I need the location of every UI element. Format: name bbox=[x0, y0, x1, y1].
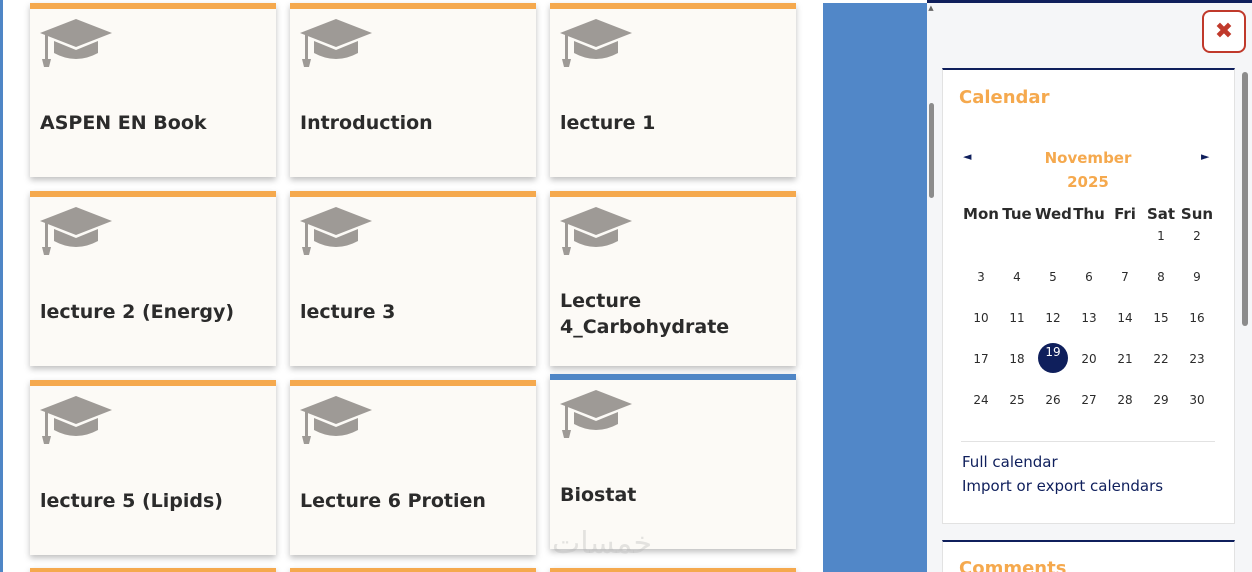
course-title[interactable]: ASPEN EN Book bbox=[40, 110, 266, 136]
calendar-day[interactable]: 4 bbox=[999, 267, 1035, 287]
calendar-day[interactable]: 2 bbox=[1179, 226, 1215, 246]
weekday-header: Wed bbox=[1035, 205, 1072, 223]
calendar-day[interactable]: 18 bbox=[999, 349, 1035, 369]
course-card[interactable]: lecture 5 (Lipids) bbox=[30, 380, 276, 555]
close-icon: ✖ bbox=[1214, 19, 1234, 44]
weekday-header: Sun bbox=[1180, 205, 1214, 223]
graduation-cap-icon bbox=[560, 19, 632, 71]
calendar-month: November bbox=[1044, 149, 1132, 167]
graduation-cap-icon bbox=[300, 19, 372, 71]
prev-month-icon[interactable]: ◄ bbox=[963, 150, 971, 163]
weekday-header: Fri bbox=[1114, 205, 1136, 223]
graduation-cap-icon bbox=[560, 390, 632, 442]
calendar-day[interactable]: 13 bbox=[1071, 308, 1107, 328]
watermark: خمسات bbox=[552, 526, 653, 561]
course-card[interactable] bbox=[550, 568, 796, 572]
course-card[interactable]: lecture 3 bbox=[290, 191, 536, 366]
graduation-cap-icon bbox=[40, 207, 112, 259]
calendar-day[interactable]: 22 bbox=[1143, 349, 1179, 369]
comments-block: Comments bbox=[942, 540, 1235, 572]
calendar-day[interactable]: 7 bbox=[1107, 267, 1143, 287]
graduation-cap-icon bbox=[560, 207, 632, 259]
course-title[interactable]: Introduction bbox=[300, 110, 526, 136]
page-scrollbar-thumb[interactable] bbox=[929, 103, 934, 198]
weekday-header: Mon bbox=[963, 205, 999, 223]
weekday-header: Tue bbox=[1002, 205, 1032, 223]
course-card[interactable]: lecture 1 bbox=[550, 3, 796, 177]
calendar-day[interactable]: 24 bbox=[963, 390, 999, 410]
calendar-day[interactable]: 20 bbox=[1071, 349, 1107, 369]
close-drawer-button[interactable]: ✖ bbox=[1202, 10, 1246, 53]
calendar-day[interactable]: 25 bbox=[999, 390, 1035, 410]
course-card[interactable]: lecture 2 (Energy) bbox=[30, 191, 276, 366]
next-month-icon[interactable]: ► bbox=[1201, 150, 1209, 163]
graduation-cap-icon bbox=[40, 396, 112, 448]
calendar-day[interactable]: 12 bbox=[1035, 308, 1071, 328]
calendar-day[interactable]: 28 bbox=[1107, 390, 1143, 410]
page-side-column bbox=[823, 3, 927, 572]
course-card[interactable]: Biostat bbox=[550, 374, 796, 549]
weekday-header: Thu bbox=[1073, 205, 1105, 223]
calendar-day[interactable]: 14 bbox=[1107, 308, 1143, 328]
course-title[interactable]: Lecture 4_Carbohydrate bbox=[560, 288, 786, 340]
page: ASPEN EN Book Introduction lecture 1 lectur… bbox=[0, 0, 1252, 572]
calendar-day[interactable]: 30 bbox=[1179, 390, 1215, 410]
full-calendar-link[interactable]: Full calendar bbox=[962, 453, 1058, 471]
calendar-day[interactable]: 29 bbox=[1143, 390, 1179, 410]
course-title[interactable]: lecture 3 bbox=[300, 299, 526, 325]
calendar-year: 2025 bbox=[1067, 173, 1109, 191]
course-title[interactable]: Biostat bbox=[560, 482, 786, 508]
calendar-day[interactable]: 11 bbox=[999, 308, 1035, 328]
comments-title: Comments bbox=[959, 558, 1067, 572]
graduation-cap-icon bbox=[300, 396, 372, 448]
drawer-top-line bbox=[927, 0, 1252, 3]
graduation-cap-icon bbox=[40, 19, 112, 71]
course-card[interactable]: ASPEN EN Book bbox=[30, 3, 276, 177]
calendar-day[interactable]: 27 bbox=[1071, 390, 1107, 410]
course-card[interactable]: Introduction bbox=[290, 3, 536, 177]
course-card[interactable] bbox=[290, 568, 536, 572]
calendar-day[interactable]: 21 bbox=[1107, 349, 1143, 369]
calendar-day[interactable]: 5 bbox=[1035, 267, 1071, 287]
calendar-day[interactable]: 26 bbox=[1035, 390, 1071, 410]
calendar-day[interactable]: 15 bbox=[1143, 308, 1179, 328]
left-edge-bar bbox=[0, 0, 3, 572]
calendar-day[interactable]: 8 bbox=[1143, 267, 1179, 287]
course-title[interactable]: lecture 5 (Lipids) bbox=[40, 488, 266, 514]
calendar-day[interactable]: 10 bbox=[963, 308, 999, 328]
course-title[interactable]: lecture 1 bbox=[560, 110, 786, 136]
scroll-up-arrow-icon[interactable]: ▲ bbox=[927, 4, 935, 12]
calendar-day[interactable]: 17 bbox=[963, 349, 999, 369]
course-card[interactable]: Lecture 6 Protien bbox=[290, 380, 536, 555]
calendar-day[interactable]: 16 bbox=[1179, 308, 1215, 328]
calendar-day[interactable]: 1 bbox=[1143, 226, 1179, 246]
calendar-divider bbox=[961, 441, 1215, 442]
calendar-day[interactable]: 3 bbox=[963, 267, 999, 287]
drawer-scrollbar-thumb[interactable] bbox=[1242, 72, 1248, 326]
calendar-day-today[interactable]: 19 bbox=[1035, 342, 1071, 362]
course-card[interactable]: Lecture 4_Carbohydrate bbox=[550, 191, 796, 366]
weekday-header: Sat bbox=[1146, 205, 1176, 223]
calendar-day[interactable]: 9 bbox=[1179, 267, 1215, 287]
graduation-cap-icon bbox=[300, 207, 372, 259]
calendar-block: Calendar ◄ November 2025 ► Mon Tue Wed Thu F… bbox=[942, 68, 1235, 524]
course-title[interactable]: Lecture 6 Protien bbox=[300, 488, 526, 514]
import-export-calendars-link[interactable]: Import or export calendars bbox=[962, 477, 1163, 495]
course-title[interactable]: lecture 2 (Energy) bbox=[40, 299, 266, 325]
calendar-day[interactable]: 23 bbox=[1179, 349, 1215, 369]
calendar-title: Calendar bbox=[959, 87, 1050, 108]
calendar-day[interactable]: 6 bbox=[1071, 267, 1107, 287]
calendar-month-label: November 2025 bbox=[1043, 146, 1133, 194]
course-card[interactable] bbox=[30, 568, 276, 572]
